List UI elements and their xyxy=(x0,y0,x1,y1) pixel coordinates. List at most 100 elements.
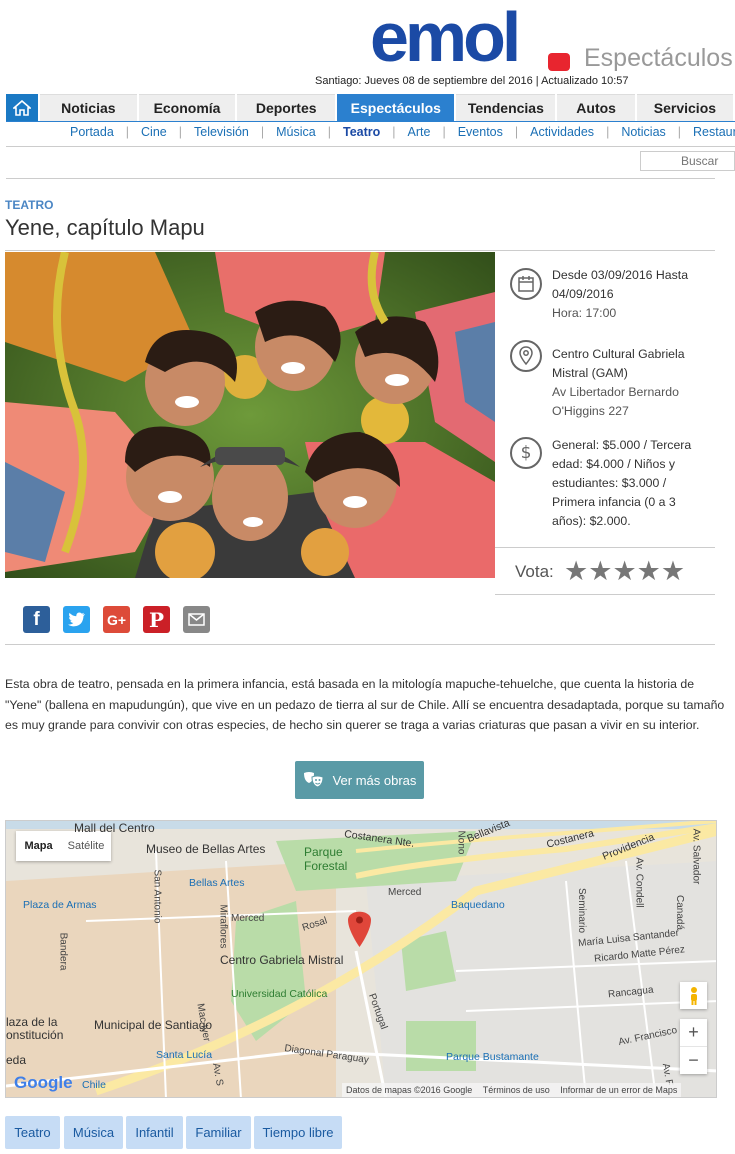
map-report-link[interactable]: Informar de un error de Maps xyxy=(560,1085,677,1095)
map-label: Mall del Centro xyxy=(74,821,155,835)
location-map[interactable]: Mapa Satélite Mall del Centro Museo de B… xyxy=(5,820,717,1098)
section-title: Espectáculos xyxy=(584,44,733,72)
venue-address: Av Libertador Bernardo O'Higgins 227 xyxy=(552,385,679,418)
map-label: Canadá xyxy=(674,894,686,931)
event-time: Hora: 17:00 xyxy=(552,306,617,320)
nav-divider xyxy=(6,121,735,122)
home-button[interactable] xyxy=(6,94,38,121)
map-type-satellite[interactable]: Satélite xyxy=(61,831,111,861)
divider xyxy=(495,594,715,595)
theater-masks-icon xyxy=(303,772,324,788)
star-icon[interactable]: ★ xyxy=(588,557,612,585)
event-venue: Centro Cultural Gabriela Mistral (GAM) A… xyxy=(552,345,702,421)
map-label: Universidad Católica xyxy=(231,988,328,1000)
facebook-icon[interactable]: f xyxy=(23,606,50,633)
price-icon: $ xyxy=(510,437,542,469)
subnav-arte[interactable]: Arte xyxy=(396,125,443,141)
event-dates: Desde 03/09/2016 Hasta 04/09/2016 Hora: … xyxy=(552,266,702,323)
subnav-divider xyxy=(6,146,735,147)
star-icon[interactable]: ★ xyxy=(564,557,588,585)
map-label: Plaza de Armas xyxy=(23,899,97,911)
map-label: Av. Condell xyxy=(633,857,645,908)
nav-espectaculos[interactable]: Espectáculos xyxy=(337,94,455,121)
map-label: Santa Lucía xyxy=(156,1049,213,1061)
star-icon[interactable]: ★ xyxy=(661,557,685,585)
map-label: Chile xyxy=(82,1079,106,1091)
zoom-out-button[interactable]: − xyxy=(680,1047,707,1074)
map-type-mapa[interactable]: Mapa xyxy=(16,831,61,861)
map-attribution: Datos de mapas ©2016 Google Términos de … xyxy=(342,1083,682,1097)
map-label: Nono xyxy=(455,830,467,855)
divider xyxy=(5,250,715,251)
map-label: Municipal de Santiago xyxy=(94,1018,213,1032)
tag-tiempo-libre[interactable]: Tiempo libre xyxy=(254,1116,342,1149)
subnav-noticias[interactable]: Noticias xyxy=(609,125,677,141)
article-photo xyxy=(5,252,495,578)
nav-servicios[interactable]: Servicios xyxy=(636,94,733,121)
map-terms-link[interactable]: Términos de uso xyxy=(483,1085,550,1095)
map-label: Parque Forestal xyxy=(304,845,348,873)
zoom-in-button[interactable]: + xyxy=(680,1019,707,1047)
event-prices: General: $5.000 / Tercera edad: $4.000 /… xyxy=(552,438,692,528)
map-label: Merced xyxy=(231,913,265,924)
twitter-icon[interactable] xyxy=(63,606,90,633)
logo-text: emol xyxy=(370,0,521,76)
map-label: Parque Bustamante xyxy=(446,1051,539,1063)
dollar-glyph: $ xyxy=(520,443,532,463)
subnav-television[interactable]: Televisión xyxy=(182,125,261,141)
subnav-portada[interactable]: Portada xyxy=(58,125,126,141)
map-label: Av. Salvador xyxy=(690,828,702,885)
tag-musica[interactable]: Música xyxy=(64,1116,123,1149)
map-label: laza de la onstitución xyxy=(6,1015,64,1042)
tag-familiar[interactable]: Familiar xyxy=(186,1116,251,1149)
logo-dot xyxy=(548,53,570,71)
map-data-credit: Datos de mapas ©2016 Google xyxy=(346,1085,473,1095)
subnav-eventos[interactable]: Eventos xyxy=(446,125,515,141)
divider xyxy=(6,178,715,179)
google-plus-icon[interactable]: G+ xyxy=(103,606,130,633)
map-label: Baquedano xyxy=(451,899,505,911)
subnav-cine[interactable]: Cine xyxy=(129,125,179,141)
vote-label: Vota: xyxy=(515,562,554,581)
more-plays-label: Ver más obras xyxy=(332,772,417,788)
emol-logo[interactable]: emol xyxy=(370,0,575,76)
article-title: Yene, capítulo Mapu xyxy=(5,215,205,240)
zoom-control: + − xyxy=(680,1019,707,1074)
map-label: Centro Gabriela Mistral xyxy=(220,953,344,967)
nav-tendencias[interactable]: Tendencias xyxy=(456,94,556,121)
street-view-pegman-icon[interactable] xyxy=(680,982,707,1009)
map-type-control: Mapa Satélite xyxy=(16,831,111,861)
main-nav: Noticias Economía Deportes Espectáculos … xyxy=(6,94,735,121)
home-icon xyxy=(12,99,31,116)
tag-teatro[interactable]: Teatro xyxy=(5,1116,60,1149)
tag-infantil[interactable]: Infantil xyxy=(126,1116,183,1149)
map-label: San Antonio xyxy=(151,869,163,924)
venue-name: Centro Cultural Gabriela Mistral (GAM) xyxy=(552,347,685,380)
map-label: Bellas Artes xyxy=(189,877,245,889)
pinterest-icon[interactable]: P xyxy=(143,606,170,633)
star-icon[interactable]: ★ xyxy=(637,557,661,585)
more-plays-button[interactable]: Ver más obras xyxy=(295,761,424,799)
divider xyxy=(5,644,715,645)
subnav-musica[interactable]: Música xyxy=(264,125,328,141)
nav-autos[interactable]: Autos xyxy=(557,94,635,121)
sub-nav: Portada | Cine | Televisión | Música | Teatr… xyxy=(58,125,735,141)
star-icon[interactable]: ★ xyxy=(612,557,636,585)
nav-deportes[interactable]: Deportes xyxy=(237,94,336,121)
map-label: Seminario xyxy=(576,887,588,934)
calendar-icon xyxy=(510,268,542,300)
subnav-restaurantes[interactable]: Restaura xyxy=(681,125,735,141)
divider xyxy=(495,547,715,548)
search-input[interactable] xyxy=(640,151,735,171)
rating-stars[interactable]: ★ ★ ★ ★ ★ xyxy=(564,557,685,585)
subnav-teatro[interactable]: Teatro xyxy=(331,125,392,141)
nav-noticias[interactable]: Noticias xyxy=(39,94,137,121)
event-date-range: Desde 03/09/2016 Hasta 04/09/2016 xyxy=(552,268,689,301)
email-icon[interactable] xyxy=(183,606,210,633)
location-pin-icon xyxy=(510,340,542,372)
map-label: Miraflores xyxy=(217,904,229,949)
google-logo[interactable]: Google xyxy=(14,1073,73,1093)
article-category[interactable]: TEATRO xyxy=(5,198,53,212)
nav-economia[interactable]: Economía xyxy=(138,94,236,121)
subnav-actividades[interactable]: Actividades xyxy=(518,125,606,141)
